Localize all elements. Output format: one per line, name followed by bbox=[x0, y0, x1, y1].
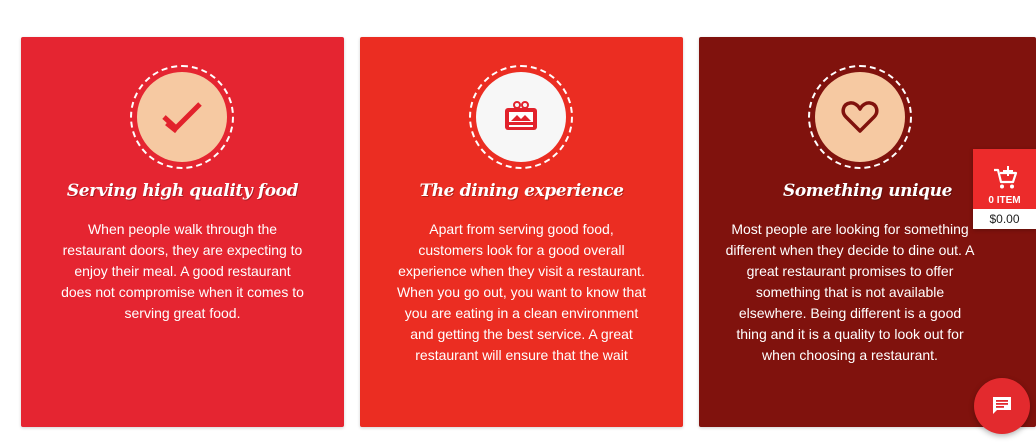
card-description: Most people are looking for something di… bbox=[725, 221, 975, 363]
check-icon bbox=[162, 102, 202, 134]
icon-disc bbox=[137, 72, 227, 162]
feature-card-something-unique: Something unique Most people are looking… bbox=[699, 37, 1036, 427]
chat-icon bbox=[993, 397, 1011, 414]
card-title: Serving high quality food bbox=[66, 181, 299, 201]
cart-item-count: 0 ITEM bbox=[988, 195, 1021, 206]
mini-cart-button[interactable]: 0 ITEM $0.00 bbox=[973, 149, 1036, 229]
feature-card-dining-experience: The dining experience Apart from serving… bbox=[360, 37, 683, 427]
icon-disc bbox=[476, 72, 566, 162]
card-title: The dining experience bbox=[419, 181, 624, 201]
feature-card-quality-food: Serving high quality food When people wa… bbox=[21, 37, 344, 427]
icon-ring bbox=[808, 65, 912, 169]
icon-ring bbox=[469, 65, 573, 169]
card-description: When people walk through the restaurant … bbox=[61, 221, 304, 321]
icon-disc bbox=[815, 72, 905, 162]
icon-ring bbox=[130, 65, 234, 169]
add-to-cart-icon bbox=[994, 166, 1018, 189]
chat-button[interactable] bbox=[974, 378, 1030, 434]
card-description: Apart from serving good food, customers … bbox=[396, 221, 647, 363]
cart-total: $0.00 bbox=[973, 209, 1036, 229]
dining-icon bbox=[505, 101, 537, 130]
heart-icon bbox=[841, 101, 879, 133]
